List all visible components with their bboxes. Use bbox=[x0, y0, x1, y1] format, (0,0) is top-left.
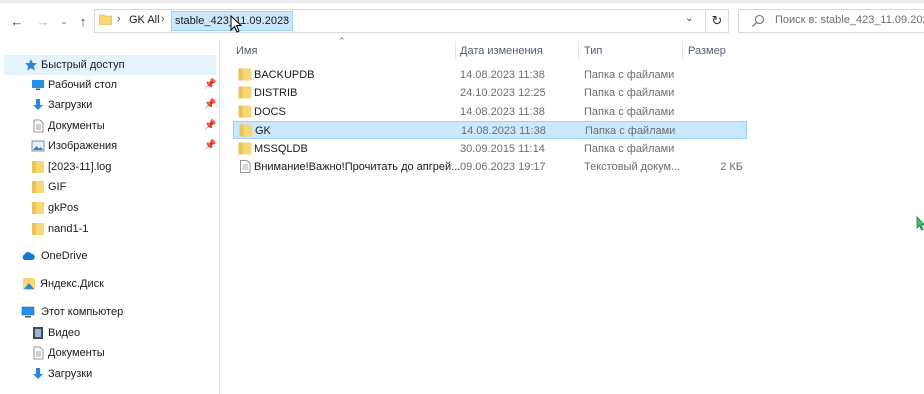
nav-onedrive[interactable]: OneDrive bbox=[0, 246, 219, 266]
column-header-date[interactable]: Дата изменения bbox=[460, 45, 543, 57]
up-arrow-icon[interactable]: ↑ bbox=[75, 12, 91, 30]
nav-item-desktop[interactable]: Рабочий стол 📌 bbox=[0, 75, 219, 95]
address-bar[interactable]: › GK All › stable_423_11.09.2023 › ⌄ bbox=[94, 9, 706, 33]
nav-pc-documents[interactable]: Документы bbox=[0, 343, 219, 363]
sort-ascending-chevron-icon: ⌃ bbox=[338, 36, 346, 46]
folder-icon bbox=[239, 124, 253, 137]
videos-icon bbox=[33, 327, 43, 339]
nav-item-gif-folder[interactable]: GIF bbox=[0, 177, 219, 197]
downloads-icon bbox=[33, 368, 43, 379]
file-row-distrib[interactable]: DISTRIB 24.10.2023 12:25 Папка с файлами bbox=[233, 84, 747, 102]
refresh-icon: ↻ bbox=[711, 13, 723, 28]
breadcrumb-gk-all[interactable]: GK All bbox=[129, 14, 160, 26]
column-header-name[interactable]: Имя bbox=[236, 45, 257, 57]
back-arrow-icon[interactable]: ← bbox=[9, 12, 25, 30]
yandex-disk-icon bbox=[23, 278, 35, 290]
breadcrumb-separator-icon[interactable]: › bbox=[117, 13, 121, 25]
search-input[interactable]: Поиск в: stable_423_11.09.2023 bbox=[738, 9, 924, 33]
nav-item-downloads[interactable]: Загрузки 📌 bbox=[0, 95, 219, 115]
column-divider[interactable] bbox=[578, 41, 579, 59]
pin-icon: 📌 bbox=[204, 79, 217, 90]
search-placeholder: Поиск в: stable_423_11.09.2023 bbox=[775, 14, 924, 26]
file-row-gk[interactable]: GK 14.08.2023 11:38 Папка с файлами bbox=[233, 121, 747, 139]
column-header-size[interactable]: Размер bbox=[688, 45, 726, 57]
file-row-readme-txt[interactable]: Внимание!Важно!Прочитать до апгрей... 09… bbox=[233, 158, 747, 176]
nav-pc-downloads[interactable]: Загрузки bbox=[0, 364, 219, 384]
nav-item-nand-folder[interactable]: nand1-1 bbox=[0, 219, 219, 239]
recent-locations-chevron-icon[interactable]: ⌄ bbox=[58, 12, 70, 30]
nav-pc-videos[interactable]: Видео bbox=[0, 323, 219, 343]
nav-yandex-disk[interactable]: Яндекс.Диск bbox=[0, 274, 219, 294]
folder-icon bbox=[238, 105, 252, 118]
pin-icon: 📌 bbox=[204, 120, 217, 131]
folder-icon bbox=[32, 181, 44, 193]
desktop-icon bbox=[32, 80, 44, 90]
pin-icon: 📌 bbox=[204, 140, 217, 151]
column-header-type[interactable]: Тип bbox=[584, 45, 602, 57]
nav-item-gkpos-folder[interactable]: gkPos bbox=[0, 198, 219, 218]
nav-quick-access[interactable]: Быстрый доступ bbox=[4, 55, 216, 75]
cloud-icon bbox=[22, 252, 35, 260]
text-file-icon bbox=[240, 160, 251, 173]
breadcrumb-separator-icon[interactable]: › bbox=[161, 13, 165, 25]
folder-icon bbox=[32, 161, 44, 173]
mouse-cursor-icon bbox=[230, 15, 243, 33]
pictures-icon bbox=[31, 140, 45, 152]
file-row-backupdb[interactable]: BACKUPDB 14.08.2023 11:38 Папка с файлам… bbox=[233, 66, 747, 84]
folder-icon bbox=[238, 86, 252, 99]
folder-icon bbox=[32, 223, 44, 235]
file-row-mssqldb[interactable]: MSSQLDB 30.09.2015 11:14 Папка с файлами bbox=[233, 140, 747, 158]
folder-icon bbox=[32, 202, 44, 214]
documents-icon bbox=[33, 119, 44, 133]
nav-item-documents[interactable]: Документы 📌 bbox=[0, 116, 219, 136]
column-divider[interactable] bbox=[455, 41, 456, 59]
downloads-icon bbox=[33, 99, 43, 110]
breadcrumb-separator-icon[interactable]: › bbox=[283, 13, 287, 25]
folder-icon bbox=[99, 14, 112, 25]
refresh-button[interactable]: ↻ bbox=[705, 9, 729, 33]
star-icon bbox=[25, 59, 37, 71]
documents-icon bbox=[33, 346, 44, 360]
nav-item-pictures[interactable]: Изображения 📌 bbox=[0, 136, 219, 156]
nav-item-log-folder[interactable]: [2023-11].log bbox=[0, 157, 219, 177]
folder-icon bbox=[238, 142, 252, 155]
address-toolbar: ← → ⌄ ↑ › GK All › stable_423_11.09.2023… bbox=[0, 0, 924, 40]
search-icon bbox=[752, 14, 765, 27]
forward-arrow-icon[interactable]: → bbox=[35, 12, 51, 30]
address-history-dropdown-icon[interactable]: ⌄ bbox=[685, 13, 693, 24]
navigation-pane: Быстрый доступ Рабочий стол 📌 Загрузки 📌… bbox=[0, 40, 220, 394]
folder-icon bbox=[238, 68, 252, 81]
mouse-cursor-icon bbox=[916, 216, 924, 231]
pin-icon: 📌 bbox=[204, 99, 217, 110]
nav-this-pc[interactable]: Этот компьютер bbox=[0, 302, 219, 322]
computer-icon bbox=[21, 306, 35, 318]
column-divider[interactable] bbox=[682, 41, 683, 59]
file-row-docs[interactable]: DOCS 14.08.2023 11:38 Папка с файлами bbox=[233, 103, 747, 121]
